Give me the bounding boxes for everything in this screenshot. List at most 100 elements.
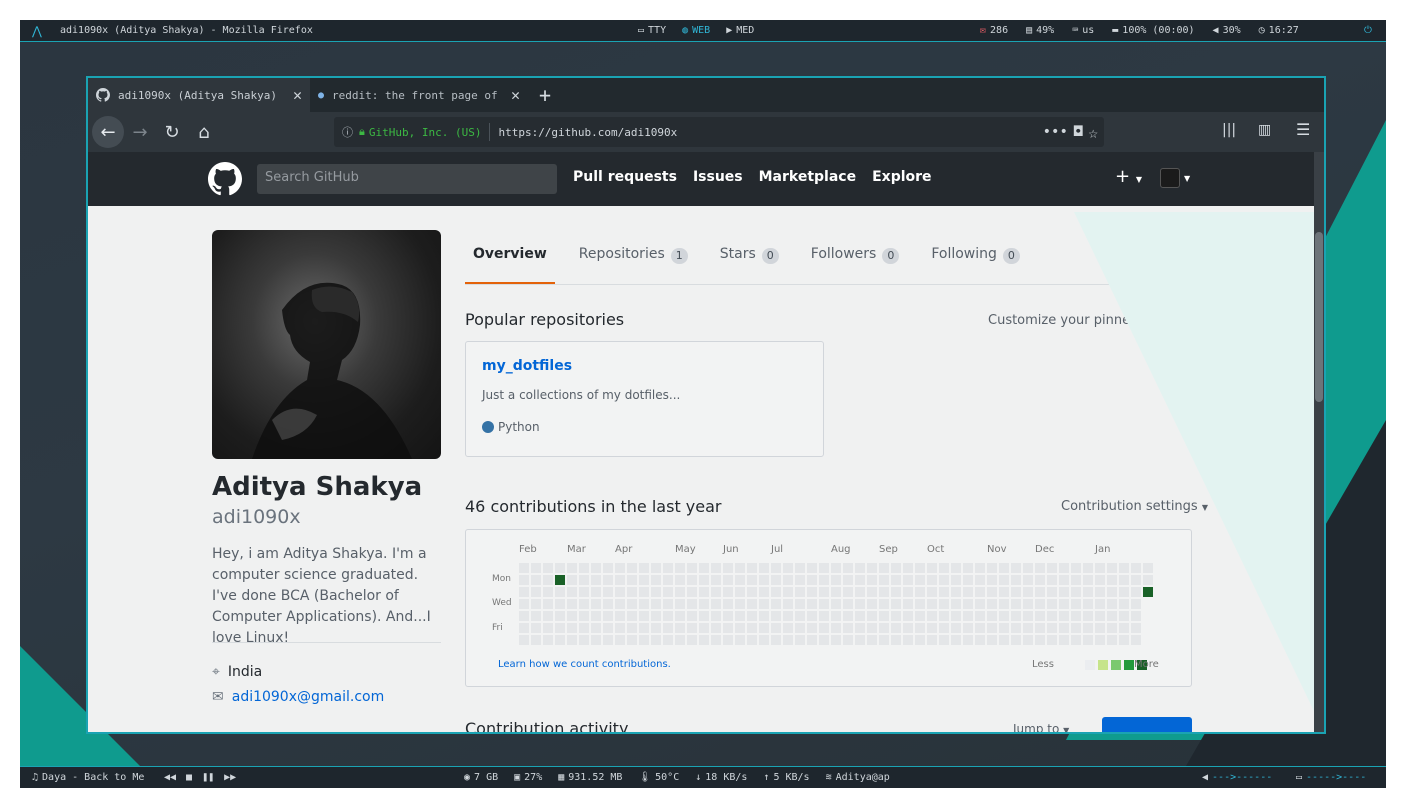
contribution-day[interactable] bbox=[1095, 635, 1105, 645]
contribution-day[interactable] bbox=[867, 575, 877, 585]
contribution-day[interactable] bbox=[711, 587, 721, 597]
contribution-day[interactable] bbox=[1047, 635, 1057, 645]
contribution-day[interactable] bbox=[1011, 575, 1021, 585]
contribution-day[interactable] bbox=[519, 635, 529, 645]
user-avatar-button[interactable] bbox=[1160, 168, 1180, 188]
contribution-day[interactable] bbox=[699, 623, 709, 633]
contribution-day[interactable] bbox=[1047, 575, 1057, 585]
contribution-day[interactable] bbox=[855, 587, 865, 597]
contribution-day[interactable] bbox=[1107, 623, 1117, 633]
contribution-settings-dropdown[interactable]: Contribution settings ▼ bbox=[1061, 499, 1208, 514]
contribution-day[interactable] bbox=[975, 587, 985, 597]
contribution-day[interactable] bbox=[915, 563, 925, 573]
contribution-day[interactable] bbox=[819, 623, 829, 633]
page-actions-icon[interactable]: ••• bbox=[1043, 124, 1068, 140]
menu-icon[interactable]: ☰ bbox=[1296, 120, 1310, 139]
contribution-day[interactable] bbox=[951, 563, 961, 573]
contribution-day[interactable] bbox=[1131, 599, 1141, 609]
contribution-day[interactable] bbox=[819, 599, 829, 609]
contribution-day[interactable] bbox=[843, 587, 853, 597]
contribution-day[interactable] bbox=[831, 563, 841, 573]
contribution-day[interactable] bbox=[1095, 587, 1105, 597]
contribution-day[interactable] bbox=[807, 611, 817, 621]
nav-marketplace[interactable]: Marketplace bbox=[759, 169, 856, 185]
contribution-day[interactable] bbox=[903, 599, 913, 609]
contribution-day[interactable] bbox=[1023, 623, 1033, 633]
contribution-day[interactable] bbox=[687, 623, 697, 633]
contribution-day[interactable] bbox=[591, 563, 601, 573]
contribution-day[interactable] bbox=[531, 563, 541, 573]
contribution-day[interactable] bbox=[1143, 563, 1153, 573]
contribution-day[interactable] bbox=[651, 611, 661, 621]
contribution-day[interactable] bbox=[1119, 575, 1129, 585]
contribution-day[interactable] bbox=[639, 611, 649, 621]
contribution-day[interactable] bbox=[711, 635, 721, 645]
contribution-day[interactable] bbox=[1095, 623, 1105, 633]
contribution-day[interactable] bbox=[915, 611, 925, 621]
workspace-web[interactable]: ◍ WEB bbox=[682, 25, 710, 36]
contribution-day[interactable] bbox=[963, 611, 973, 621]
contribution-day[interactable] bbox=[951, 623, 961, 633]
contribution-day[interactable] bbox=[1035, 599, 1045, 609]
contribution-day[interactable] bbox=[675, 563, 685, 573]
contribution-day[interactable] bbox=[1011, 599, 1021, 609]
contribution-day[interactable] bbox=[711, 611, 721, 621]
contribution-day[interactable] bbox=[591, 575, 601, 585]
contribution-day[interactable] bbox=[627, 587, 637, 597]
contribution-day[interactable] bbox=[567, 599, 577, 609]
contribution-day[interactable] bbox=[999, 563, 1009, 573]
contribution-day[interactable] bbox=[855, 599, 865, 609]
contribution-day[interactable] bbox=[531, 611, 541, 621]
contribution-day[interactable] bbox=[795, 587, 805, 597]
contribution-day[interactable] bbox=[759, 575, 769, 585]
contribution-day[interactable] bbox=[1107, 575, 1117, 585]
customize-pinned-link[interactable]: Customize your pinned repositories bbox=[988, 313, 1219, 328]
contribution-day[interactable] bbox=[711, 575, 721, 585]
contribution-day[interactable] bbox=[603, 575, 613, 585]
contribution-day[interactable] bbox=[555, 587, 565, 597]
contribution-day[interactable] bbox=[723, 611, 733, 621]
bookmark-star-icon[interactable]: ☆ bbox=[1088, 123, 1098, 142]
contribution-day[interactable] bbox=[1035, 611, 1045, 621]
contribution-day[interactable] bbox=[891, 635, 901, 645]
contribution-day[interactable] bbox=[639, 587, 649, 597]
repo-name-link[interactable]: my_dotfiles bbox=[482, 358, 807, 374]
tab-followers[interactable]: Followers 0 bbox=[803, 230, 908, 284]
contribution-day[interactable] bbox=[1107, 599, 1117, 609]
contribution-day[interactable] bbox=[1119, 623, 1129, 633]
contribution-day[interactable] bbox=[1107, 563, 1117, 573]
contribution-day[interactable] bbox=[807, 635, 817, 645]
mail-status[interactable]: ✉ 286 bbox=[980, 25, 1008, 36]
contribution-day[interactable] bbox=[939, 587, 949, 597]
contribution-day[interactable] bbox=[1047, 587, 1057, 597]
contribution-day[interactable] bbox=[1107, 587, 1117, 597]
contribution-day[interactable] bbox=[1095, 599, 1105, 609]
contribution-day[interactable] bbox=[1131, 587, 1141, 597]
contribution-day[interactable] bbox=[615, 635, 625, 645]
contribution-day[interactable] bbox=[663, 599, 673, 609]
workspace-tty[interactable]: ▭ TTY bbox=[638, 25, 666, 36]
contribution-day[interactable] bbox=[639, 623, 649, 633]
contribution-day[interactable] bbox=[975, 623, 985, 633]
contribution-day[interactable] bbox=[639, 563, 649, 573]
contribution-day[interactable] bbox=[951, 599, 961, 609]
contribution-day[interactable] bbox=[951, 575, 961, 585]
contribution-day[interactable] bbox=[699, 587, 709, 597]
contribution-day[interactable] bbox=[519, 611, 529, 621]
close-tab-icon[interactable]: ✕ bbox=[293, 86, 302, 104]
contribution-day[interactable] bbox=[687, 563, 697, 573]
nav-explore[interactable]: Explore bbox=[872, 169, 931, 185]
contribution-day[interactable] bbox=[627, 599, 637, 609]
contribution-day[interactable] bbox=[783, 635, 793, 645]
contribution-day[interactable] bbox=[543, 599, 553, 609]
contribution-day[interactable] bbox=[699, 575, 709, 585]
contribution-day[interactable] bbox=[1035, 575, 1045, 585]
contribution-day[interactable] bbox=[675, 587, 685, 597]
contribution-day[interactable] bbox=[975, 611, 985, 621]
stop-icon[interactable]: ■ bbox=[186, 772, 192, 783]
contribution-day[interactable] bbox=[1071, 587, 1081, 597]
contribution-day[interactable] bbox=[927, 587, 937, 597]
contribution-day[interactable] bbox=[687, 599, 697, 609]
contribution-day[interactable] bbox=[939, 599, 949, 609]
contribution-day[interactable] bbox=[795, 599, 805, 609]
